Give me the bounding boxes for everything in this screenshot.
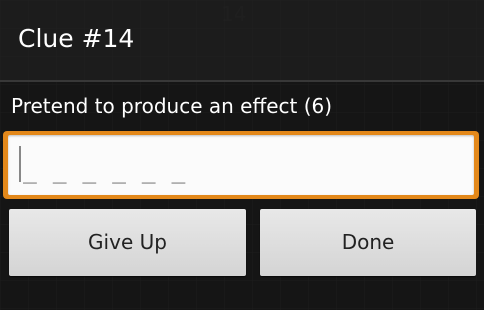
clue-dialog: Clue #14 Pretend to produce an effect (6… [0,0,484,310]
title-divider [0,80,484,82]
give-up-button[interactable]: Give Up [9,209,246,276]
dialog-title-bar: Clue #14 [0,0,484,80]
text-caret [19,146,21,182]
answer-blanks: _ _ _ _ _ _ [23,158,187,184]
clue-text: Pretend to produce an effect (6) [11,94,333,118]
dialog-title: Clue #14 [18,24,135,53]
done-button[interactable]: Done [260,209,476,276]
